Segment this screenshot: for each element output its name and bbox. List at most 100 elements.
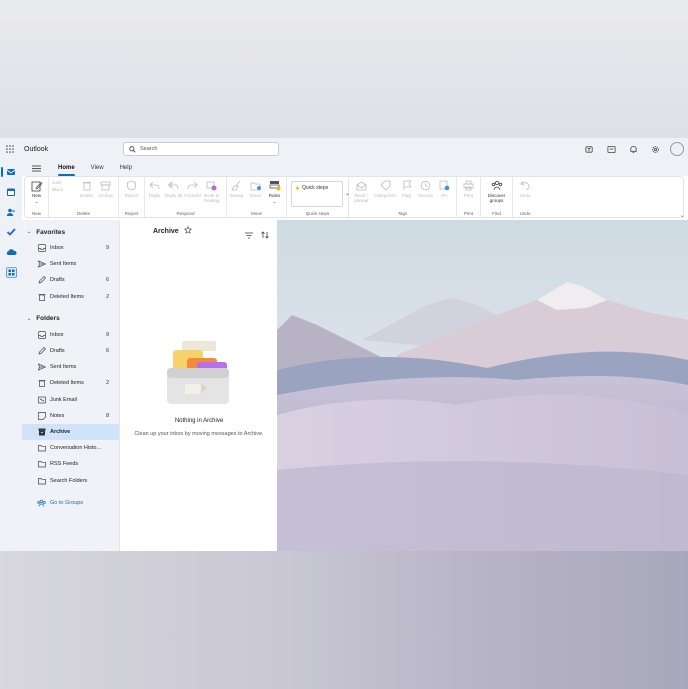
rules-label: Rules bbox=[268, 193, 281, 198]
avatar[interactable] bbox=[670, 142, 684, 156]
app-launcher-icon[interactable] bbox=[0, 138, 20, 160]
inbox-icon bbox=[37, 330, 46, 339]
block-button[interactable]: Block bbox=[52, 187, 77, 192]
app-title[interactable]: Outlook bbox=[24, 146, 48, 153]
folder-notes[interactable]: Notes 8 bbox=[22, 408, 119, 424]
folder-label: Archive bbox=[50, 428, 71, 435]
forward-button[interactable]: Forward bbox=[183, 179, 202, 198]
ribbon-group-respond: Reply Reply all Forward Invite to meetin… bbox=[145, 177, 227, 217]
folder-conversation-history[interactable]: Conversation Histo... bbox=[22, 440, 119, 456]
folder-archive[interactable]: Archive bbox=[22, 423, 119, 441]
calendar-icon[interactable] bbox=[0, 182, 22, 202]
junk-button[interactable]: Junk bbox=[52, 180, 77, 185]
desktop-background bbox=[0, 551, 688, 689]
favorite-drafts[interactable]: Drafts 6 bbox=[22, 272, 119, 288]
folders-label: Folders bbox=[36, 315, 60, 323]
folder-inbox[interactable]: Inbox 9 bbox=[22, 327, 119, 343]
chevron-down-icon: ⌄ bbox=[27, 229, 32, 235]
bell-icon[interactable] bbox=[626, 141, 640, 157]
apps-icon[interactable] bbox=[0, 262, 22, 282]
move-button[interactable]: Move bbox=[246, 179, 265, 198]
favorite-sent-items[interactable]: Sent Items bbox=[22, 256, 119, 272]
print-button[interactable]: Print bbox=[457, 179, 480, 198]
folder-drafts[interactable]: Drafts 6 bbox=[22, 343, 119, 359]
trash-icon bbox=[80, 179, 93, 192]
gear-icon[interactable] bbox=[648, 141, 662, 157]
tab-home[interactable]: Home bbox=[50, 160, 83, 176]
ribbon-group-print: Print Print bbox=[457, 177, 481, 217]
go-to-groups-link[interactable]: Go to Groups bbox=[22, 495, 119, 511]
delete-label: Delete bbox=[79, 193, 93, 198]
group-label-undo: Undo bbox=[519, 211, 531, 216]
quick-steps-dropdown[interactable]: Quick steps ⌄ bbox=[291, 181, 350, 207]
invite-meeting-label: Invite to meeting bbox=[203, 193, 220, 203]
sort-icon[interactable] bbox=[261, 226, 269, 244]
folder-rss-feeds[interactable]: RSS Feeds bbox=[22, 456, 119, 472]
folder-label: Inbox bbox=[50, 331, 64, 338]
favorites-header[interactable]: ⌄ Favorites bbox=[22, 224, 119, 240]
star-icon[interactable] bbox=[183, 225, 192, 236]
reply-all-button[interactable]: Reply all bbox=[164, 179, 183, 198]
ribbon-group-delete: Junk Block Delete Archive Delete bbox=[49, 177, 119, 217]
snooze-button[interactable]: Snooze bbox=[416, 179, 435, 198]
folder-title: Archive bbox=[153, 227, 179, 235]
filter-icon[interactable] bbox=[245, 226, 253, 244]
folder-label: Sent Items bbox=[50, 364, 77, 371]
ribbon-group-new: New ⌄ New bbox=[25, 177, 49, 217]
reply-button[interactable]: Reply bbox=[145, 179, 164, 198]
people-icon[interactable] bbox=[0, 202, 22, 222]
new-label: New bbox=[31, 193, 41, 198]
favorite-deleted-items[interactable]: Deleted Items 2 bbox=[22, 289, 119, 305]
forward-label: Forward bbox=[184, 193, 201, 198]
trash-icon bbox=[37, 292, 46, 301]
delete-button[interactable]: Delete bbox=[77, 179, 96, 198]
folders-header[interactable]: ⌄ Folders bbox=[22, 311, 119, 327]
report-button[interactable]: Report bbox=[119, 179, 144, 198]
message-list: Archive Nothing in Archive Clean up your… bbox=[119, 220, 277, 551]
hamburger-menu-icon[interactable] bbox=[22, 165, 50, 172]
archive-icon bbox=[37, 427, 46, 436]
archive-label: Archive bbox=[97, 193, 113, 198]
onedrive-icon[interactable] bbox=[0, 242, 22, 262]
folder-junk-email[interactable]: Junk Email bbox=[22, 392, 119, 408]
todo-icon[interactable] bbox=[0, 222, 22, 242]
folder-deleted-items[interactable]: Deleted Items 2 bbox=[22, 375, 119, 391]
ribbon-expand-chevron-icon[interactable]: ⌄ bbox=[680, 212, 685, 219]
folder-sent-items[interactable]: Sent Items bbox=[22, 359, 119, 375]
read-unread-button[interactable]: Read / Unread bbox=[349, 179, 373, 203]
compose-icon bbox=[30, 179, 43, 192]
search-input[interactable]: Search bbox=[123, 142, 279, 156]
folder-search-folders[interactable]: Search Folders bbox=[22, 472, 119, 488]
group-label-print: Print bbox=[463, 211, 474, 216]
unread-count: 6 bbox=[105, 277, 109, 284]
tag-icon bbox=[379, 179, 392, 192]
archive-icon bbox=[99, 179, 112, 192]
lightning-icon bbox=[295, 185, 300, 192]
outlook-window: Outlook Search Home View Help New ⌄ New … bbox=[0, 138, 688, 551]
ribbon-group-quick-steps: Quick steps ⌄ Quick steps bbox=[287, 177, 350, 217]
sweep-button[interactable]: Sweep bbox=[227, 179, 246, 198]
rules-button[interactable]: Rules ⌄ bbox=[265, 179, 284, 204]
calendar-note-icon[interactable] bbox=[604, 141, 618, 157]
reply-all-icon bbox=[167, 179, 180, 192]
archive-button[interactable]: Archive bbox=[96, 179, 115, 198]
favorite-inbox[interactable]: Inbox 9 bbox=[22, 240, 119, 256]
tab-help[interactable]: Help bbox=[112, 160, 140, 176]
categorize-button[interactable]: Categorize bbox=[373, 179, 397, 198]
invite-meeting-button[interactable]: Invite to meeting bbox=[202, 179, 221, 203]
folder-label: Notes bbox=[50, 412, 65, 419]
flag-button[interactable]: Flag bbox=[397, 179, 416, 198]
reply-label: Reply bbox=[148, 193, 161, 198]
group-label-quick-steps: Quick steps bbox=[305, 211, 330, 216]
ribbon-group-find: Discover groups Find bbox=[481, 177, 513, 217]
teams-icon[interactable] bbox=[582, 141, 596, 157]
group-label-delete: Delete bbox=[76, 211, 90, 216]
pin-button[interactable]: Pin bbox=[435, 179, 454, 198]
undo-button[interactable]: Undo bbox=[513, 179, 537, 198]
tab-view[interactable]: View bbox=[83, 160, 112, 176]
discover-groups-button[interactable]: Discover groups bbox=[481, 179, 512, 203]
mail-icon[interactable] bbox=[0, 162, 22, 182]
new-mail-button[interactable]: New ⌄ bbox=[25, 179, 48, 204]
chevron-down-icon: ⌄ bbox=[27, 315, 32, 322]
reply-all-label: Reply all bbox=[164, 193, 183, 198]
